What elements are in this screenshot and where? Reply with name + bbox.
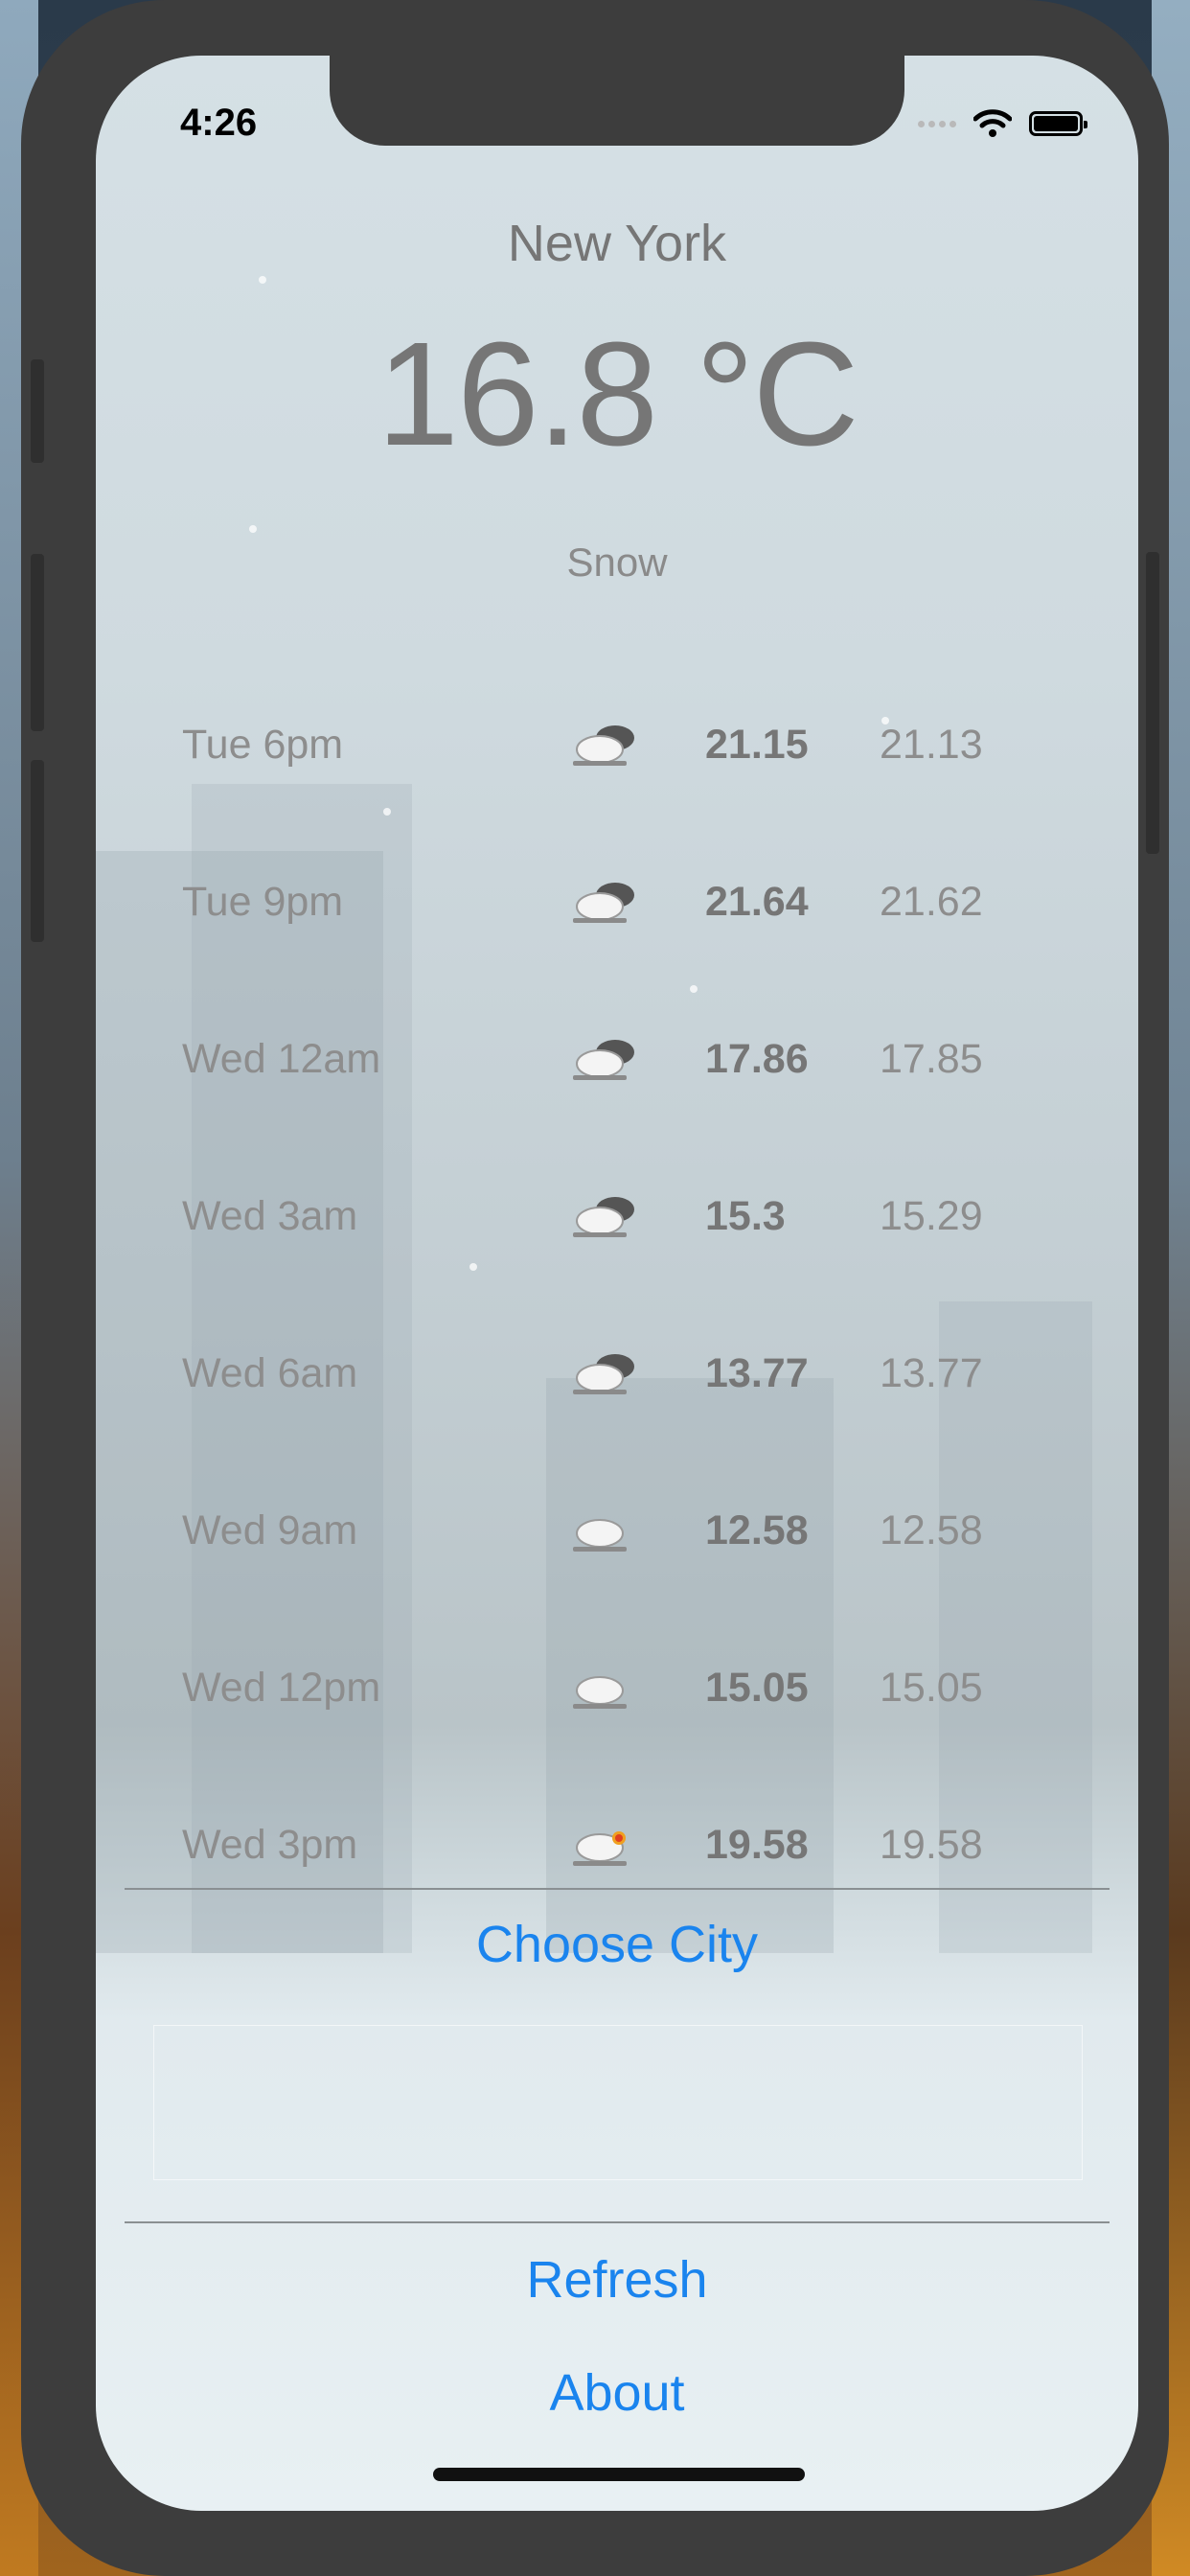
volume-down-button <box>31 760 44 942</box>
snow-cloud-icon <box>573 1197 634 1237</box>
battery-icon <box>1029 111 1087 136</box>
forecast-row: Wed 12pm 15.05 15.05 <box>96 1612 1138 1769</box>
sun-snow-icon <box>573 1831 627 1866</box>
forecast-high: 21.15 <box>705 722 809 768</box>
divider <box>125 2221 1110 2223</box>
forecast-row: Wed 12am 17.86 17.85 <box>96 983 1138 1140</box>
forecast-low: 21.13 <box>880 722 983 768</box>
city-picker[interactable] <box>153 2025 1083 2180</box>
forecast-time: Wed 3pm <box>182 1822 358 1868</box>
forecast-row: Wed 3am 15.3 15.29 <box>96 1140 1138 1298</box>
snow-cloud-icon <box>573 883 634 923</box>
forecast-time: Tue 9pm <box>182 879 344 925</box>
forecast-low: 19.58 <box>880 1822 983 1868</box>
forecast-low: 15.29 <box>880 1193 983 1239</box>
snow-cloud-icon <box>573 725 634 766</box>
snowflake <box>259 276 266 284</box>
forecast-time: Tue 6pm <box>182 722 344 768</box>
phone-frame: 4:26 New York 16.8 °C Snow Tue 6pm 21.15… <box>21 0 1169 2576</box>
mute-switch <box>31 359 44 463</box>
forecast-row: Tue 6pm 21.15 21.13 <box>96 669 1138 826</box>
cellular-signal-icon <box>918 120 956 127</box>
city-name: New York <box>507 215 727 272</box>
current-temperature: 16.8 °C <box>377 311 858 476</box>
forecast-time: Wed 12pm <box>182 1665 381 1711</box>
forecast-high: 17.86 <box>705 1036 809 1082</box>
forecast-time: Wed 12am <box>182 1036 381 1082</box>
weather-condition: Snow <box>566 540 668 585</box>
forecast-high: 13.77 <box>705 1350 809 1396</box>
forecast-low: 13.77 <box>880 1350 983 1396</box>
status-time: 4:26 <box>180 102 258 144</box>
forecast-row: Tue 9pm 21.64 21.62 <box>96 826 1138 983</box>
forecast-high: 15.05 <box>705 1665 809 1711</box>
snow-cloud-icon <box>573 1040 634 1080</box>
forecast-row: Wed 9am 12.58 12.58 <box>96 1455 1138 1612</box>
snowflake <box>249 525 257 533</box>
forecast-low: 21.62 <box>880 879 983 925</box>
forecast-high: 21.64 <box>705 879 809 925</box>
power-button <box>1146 552 1159 854</box>
light-snow-icon <box>573 1519 627 1552</box>
volume-up-button <box>31 554 44 731</box>
forecast-low: 17.85 <box>880 1036 983 1082</box>
forecast-high: 15.3 <box>705 1193 786 1239</box>
device-notch <box>330 56 904 146</box>
light-snow-icon <box>573 1676 627 1709</box>
app-screen: 4:26 New York 16.8 °C Snow Tue 6pm 21.15… <box>96 56 1138 2511</box>
refresh-button[interactable]: Refresh <box>96 2250 1138 2310</box>
forecast-low: 15.05 <box>880 1665 983 1711</box>
forecast-time: Wed 6am <box>182 1350 358 1396</box>
forecast-row: Wed 6am 13.77 13.77 <box>96 1298 1138 1455</box>
forecast-high: 12.58 <box>705 1507 809 1553</box>
home-indicator[interactable] <box>433 2468 805 2481</box>
forecast-row: Wed 3pm 19.58 19.58 <box>96 1769 1138 1926</box>
divider <box>125 1888 1110 1890</box>
choose-city-button[interactable]: Choose City <box>96 1915 1138 1974</box>
snow-cloud-icon <box>573 1354 634 1394</box>
forecast-high: 19.58 <box>705 1822 809 1868</box>
wifi-icon <box>973 109 1012 137</box>
forecast-time: Wed 3am <box>182 1193 358 1239</box>
status-icons <box>918 109 1087 138</box>
forecast-time: Wed 9am <box>182 1507 358 1553</box>
forecast-low: 12.58 <box>880 1507 983 1553</box>
about-button[interactable]: About <box>96 2363 1138 2423</box>
